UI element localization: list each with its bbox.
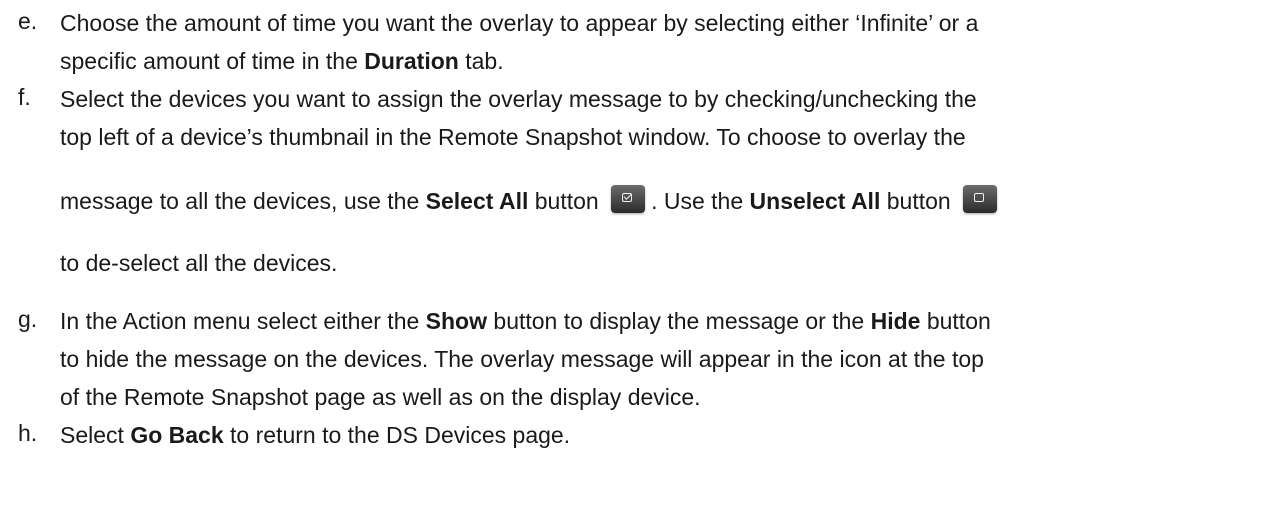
text: tab. [458, 48, 504, 74]
text: Select the devices you want to assign th… [60, 86, 977, 112]
text: message to all the devices, use the [60, 188, 426, 214]
list-marker: g. [18, 306, 38, 332]
paragraph-line: top left of a device’s thumbnail in the … [60, 122, 966, 152]
text: Choose the amount of time you want the o… [60, 10, 979, 36]
paragraph-line: Choose the amount of time you want the o… [60, 8, 978, 38]
checkbox-empty-icon [974, 192, 985, 202]
text: button [920, 308, 991, 334]
unselect-all-label: Unselect All [749, 188, 881, 214]
list-marker: e. [18, 8, 38, 34]
duration-tab-label: Duration [364, 48, 459, 74]
text: Select [60, 422, 131, 448]
text: button [880, 188, 951, 214]
paragraph-line: specific amount of time in the Duration … [60, 46, 504, 76]
text: to hide the message on the devices. The … [60, 346, 984, 372]
paragraph-line: Select Go Back to return to the DS Devic… [60, 420, 570, 450]
paragraph-line: of the Remote Snapshot page as well as o… [60, 382, 701, 412]
paragraph-line: to hide the message on the devices. The … [60, 344, 984, 374]
text: specific amount of time in the [60, 48, 365, 74]
select-all-button [611, 184, 646, 213]
paragraph-line: message to all the devices, use the Sele… [60, 184, 1003, 217]
text: to de-select all the devices. [60, 250, 338, 276]
text: of the Remote Snapshot page as well as o… [60, 384, 701, 410]
text: top left of a device’s thumbnail in the … [60, 124, 966, 150]
unselect-all-button [963, 184, 998, 213]
paragraph-line: In the Action menu select either the Sho… [60, 306, 991, 336]
select-all-label: Select All [425, 188, 529, 214]
hide-button-label: Hide [870, 308, 921, 334]
text: In the Action menu select either the [60, 308, 426, 334]
text: . Use the [651, 188, 750, 214]
show-button-label: Show [425, 308, 488, 334]
list-marker: h. [18, 420, 38, 446]
instruction-list: e. Choose the amount of time you want th… [0, 0, 1269, 518]
text: button [528, 188, 599, 214]
text: to return to the DS Devices page. [223, 422, 571, 448]
paragraph-line: Select the devices you want to assign th… [60, 84, 977, 114]
list-marker: f. [18, 84, 31, 110]
go-back-label: Go Back [130, 422, 224, 448]
paragraph-line: to de-select all the devices. [60, 248, 337, 278]
text: button to display the message or the [487, 308, 871, 334]
